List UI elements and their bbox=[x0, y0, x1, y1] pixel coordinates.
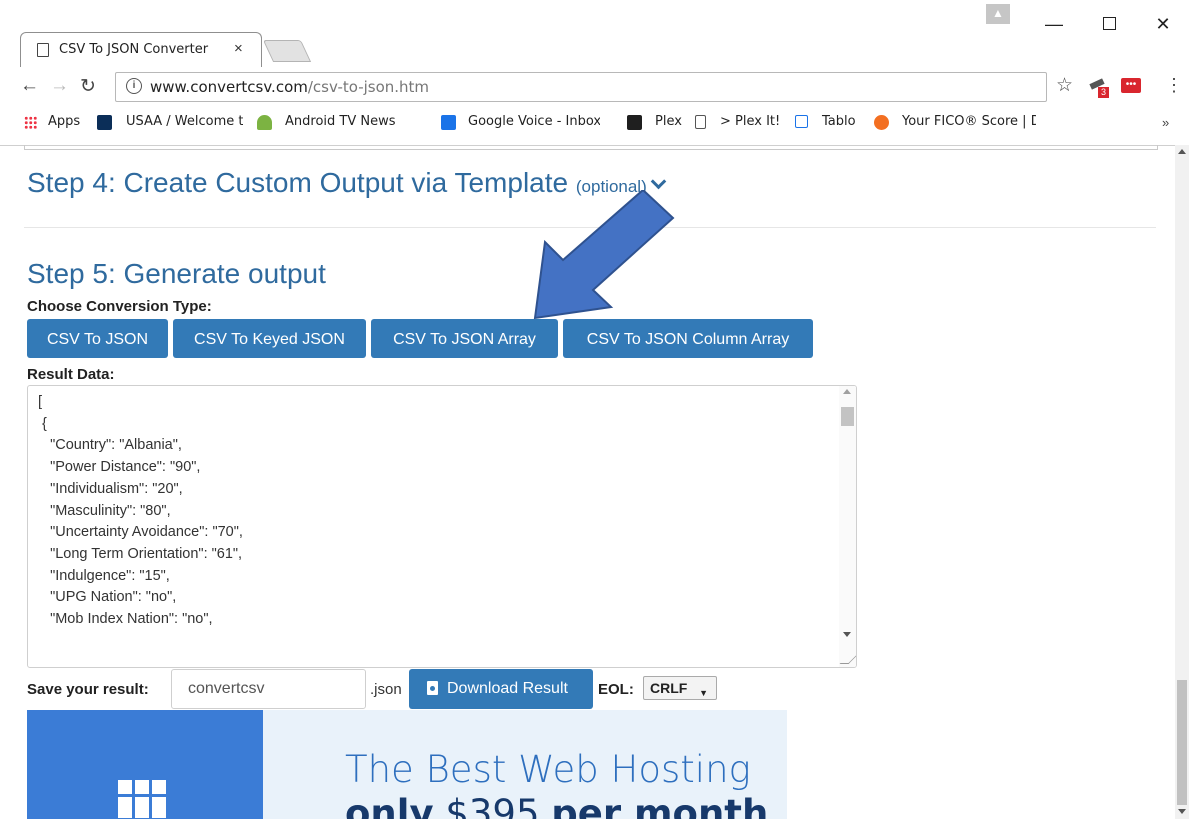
title-bar: CSV To JSON Converter × ▲ — ✕ bbox=[0, 0, 1189, 67]
eol-value: CRLF bbox=[650, 680, 688, 696]
page-scrollbar[interactable] bbox=[1175, 145, 1189, 819]
bookmark-android-tv-news[interactable]: Android TV News bbox=[285, 114, 396, 129]
bookmark-plex-it[interactable]: > Plex It! bbox=[720, 114, 780, 129]
textarea-scrollbar[interactable] bbox=[839, 386, 856, 667]
extension-icon[interactable]: 3 bbox=[1089, 78, 1110, 98]
usaa-icon bbox=[97, 115, 112, 130]
reload-icon[interactable]: ↻ bbox=[80, 75, 96, 98]
caret-down-icon: ▼ bbox=[699, 688, 708, 698]
ad-logo-panel bbox=[27, 710, 263, 819]
browser-toolbar: ← → ↻ i www.convertcsv.com/csv-to-json.h… bbox=[0, 67, 1189, 107]
grid-logo-icon bbox=[118, 780, 166, 818]
bookmark-apps[interactable]: Apps bbox=[48, 114, 80, 129]
close-tab-icon[interactable]: × bbox=[234, 40, 243, 57]
save-result-label: Save your result: bbox=[27, 681, 149, 698]
result-data-label: Result Data: bbox=[27, 366, 115, 383]
ad-per-month: per month bbox=[551, 792, 769, 819]
bookmark-google-voice[interactable]: Google Voice - Inbox bbox=[468, 114, 600, 129]
address-bar[interactable]: i www.convertcsv.com/csv-to-json.htm bbox=[115, 72, 1047, 102]
tablo-icon bbox=[795, 115, 808, 128]
close-window-button[interactable]: ✕ bbox=[1143, 14, 1183, 35]
minimize-button[interactable]: — bbox=[1034, 14, 1074, 35]
bookmark-usaa[interactable]: USAA / Welcome to U bbox=[126, 114, 243, 129]
tab-title: CSV To JSON Converter bbox=[59, 42, 209, 57]
bookmarks-overflow-icon[interactable]: » bbox=[1162, 115, 1169, 130]
eol-label: EOL: bbox=[598, 681, 634, 698]
scroll-down-icon[interactable] bbox=[843, 632, 851, 637]
eol-select[interactable]: CRLF ▼ bbox=[643, 676, 717, 700]
hosting-ad-banner[interactable]: The Best Web Hosting only $395 per month bbox=[27, 710, 787, 819]
maximize-icon bbox=[1102, 17, 1116, 30]
bookmark-plex[interactable]: Plex bbox=[655, 114, 682, 129]
annotation-arrow-icon bbox=[533, 190, 675, 320]
page-scroll-thumb[interactable] bbox=[1177, 680, 1187, 805]
page-icon bbox=[37, 43, 49, 57]
file-extension-label: .json bbox=[370, 681, 402, 698]
back-icon[interactable]: ← bbox=[20, 75, 39, 97]
bookmark-star-icon[interactable]: ☆ bbox=[1056, 74, 1073, 97]
chevron-down-icon[interactable] bbox=[650, 173, 667, 190]
result-textarea[interactable]: [ { "Country": "Albania", "Power Distanc… bbox=[27, 385, 857, 668]
android-news-icon bbox=[257, 115, 272, 130]
forward-icon[interactable]: → bbox=[50, 75, 69, 97]
ad-headline: The Best Web Hosting bbox=[345, 748, 751, 791]
previous-section-box bbox=[24, 145, 1158, 150]
conversion-type-label: Choose Conversion Type: bbox=[27, 298, 212, 315]
bookmark-fico[interactable]: Your FICO® Score | D bbox=[902, 114, 1036, 129]
page-scroll-down-icon[interactable] bbox=[1178, 809, 1186, 814]
menu-icon[interactable]: ⋮ bbox=[1165, 75, 1183, 96]
url-path: /csv-to-json.htm bbox=[307, 78, 430, 96]
google-voice-icon bbox=[441, 115, 456, 130]
fico-icon bbox=[874, 115, 889, 130]
ad-price-line: only $395 per month bbox=[345, 792, 768, 819]
ad-only: only bbox=[345, 792, 434, 819]
result-text[interactable]: [ { "Country": "Albania", "Power Distanc… bbox=[38, 392, 243, 631]
step5-title: Step 5: Generate output bbox=[27, 258, 326, 289]
csv-to-keyed-json-button[interactable]: CSV To Keyed JSON bbox=[173, 319, 366, 358]
page-icon bbox=[695, 115, 706, 129]
csv-to-json-button[interactable]: CSV To JSON bbox=[27, 319, 168, 358]
maximize-button[interactable] bbox=[1089, 14, 1129, 35]
new-tab-button[interactable] bbox=[262, 40, 312, 62]
plex-icon bbox=[627, 115, 642, 130]
bookmarks-bar: Apps USAA / Welcome to U Android TV News… bbox=[0, 107, 1189, 137]
url-text[interactable]: www.convertcsv.com/csv-to-json.htm bbox=[150, 78, 429, 96]
filename-input[interactable] bbox=[171, 669, 366, 709]
step4-title: Step 4: Create Custom Output via Templat… bbox=[27, 167, 569, 198]
info-icon[interactable]: i bbox=[126, 78, 142, 94]
profile-icon[interactable]: ▲ bbox=[986, 4, 1010, 24]
page-scroll-up-icon[interactable] bbox=[1178, 149, 1186, 154]
browser-chrome: CSV To JSON Converter × ▲ — ✕ ← → ↻ i ww… bbox=[0, 0, 1189, 146]
download-result-label: Download Result bbox=[447, 680, 568, 697]
bookmark-tablo[interactable]: Tablo bbox=[822, 114, 856, 129]
apps-icon[interactable] bbox=[24, 116, 37, 129]
scroll-up-icon[interactable] bbox=[843, 389, 851, 394]
extension-badge: 3 bbox=[1098, 87, 1109, 98]
browser-tab[interactable]: CSV To JSON Converter × bbox=[20, 32, 262, 67]
lastpass-icon[interactable]: ••• bbox=[1121, 78, 1141, 93]
url-host: www.convertcsv.com bbox=[150, 78, 308, 96]
download-icon bbox=[427, 681, 438, 695]
ad-price: $395 bbox=[445, 792, 540, 819]
download-result-button[interactable]: Download Result bbox=[409, 669, 593, 709]
scroll-thumb[interactable] bbox=[841, 407, 854, 426]
